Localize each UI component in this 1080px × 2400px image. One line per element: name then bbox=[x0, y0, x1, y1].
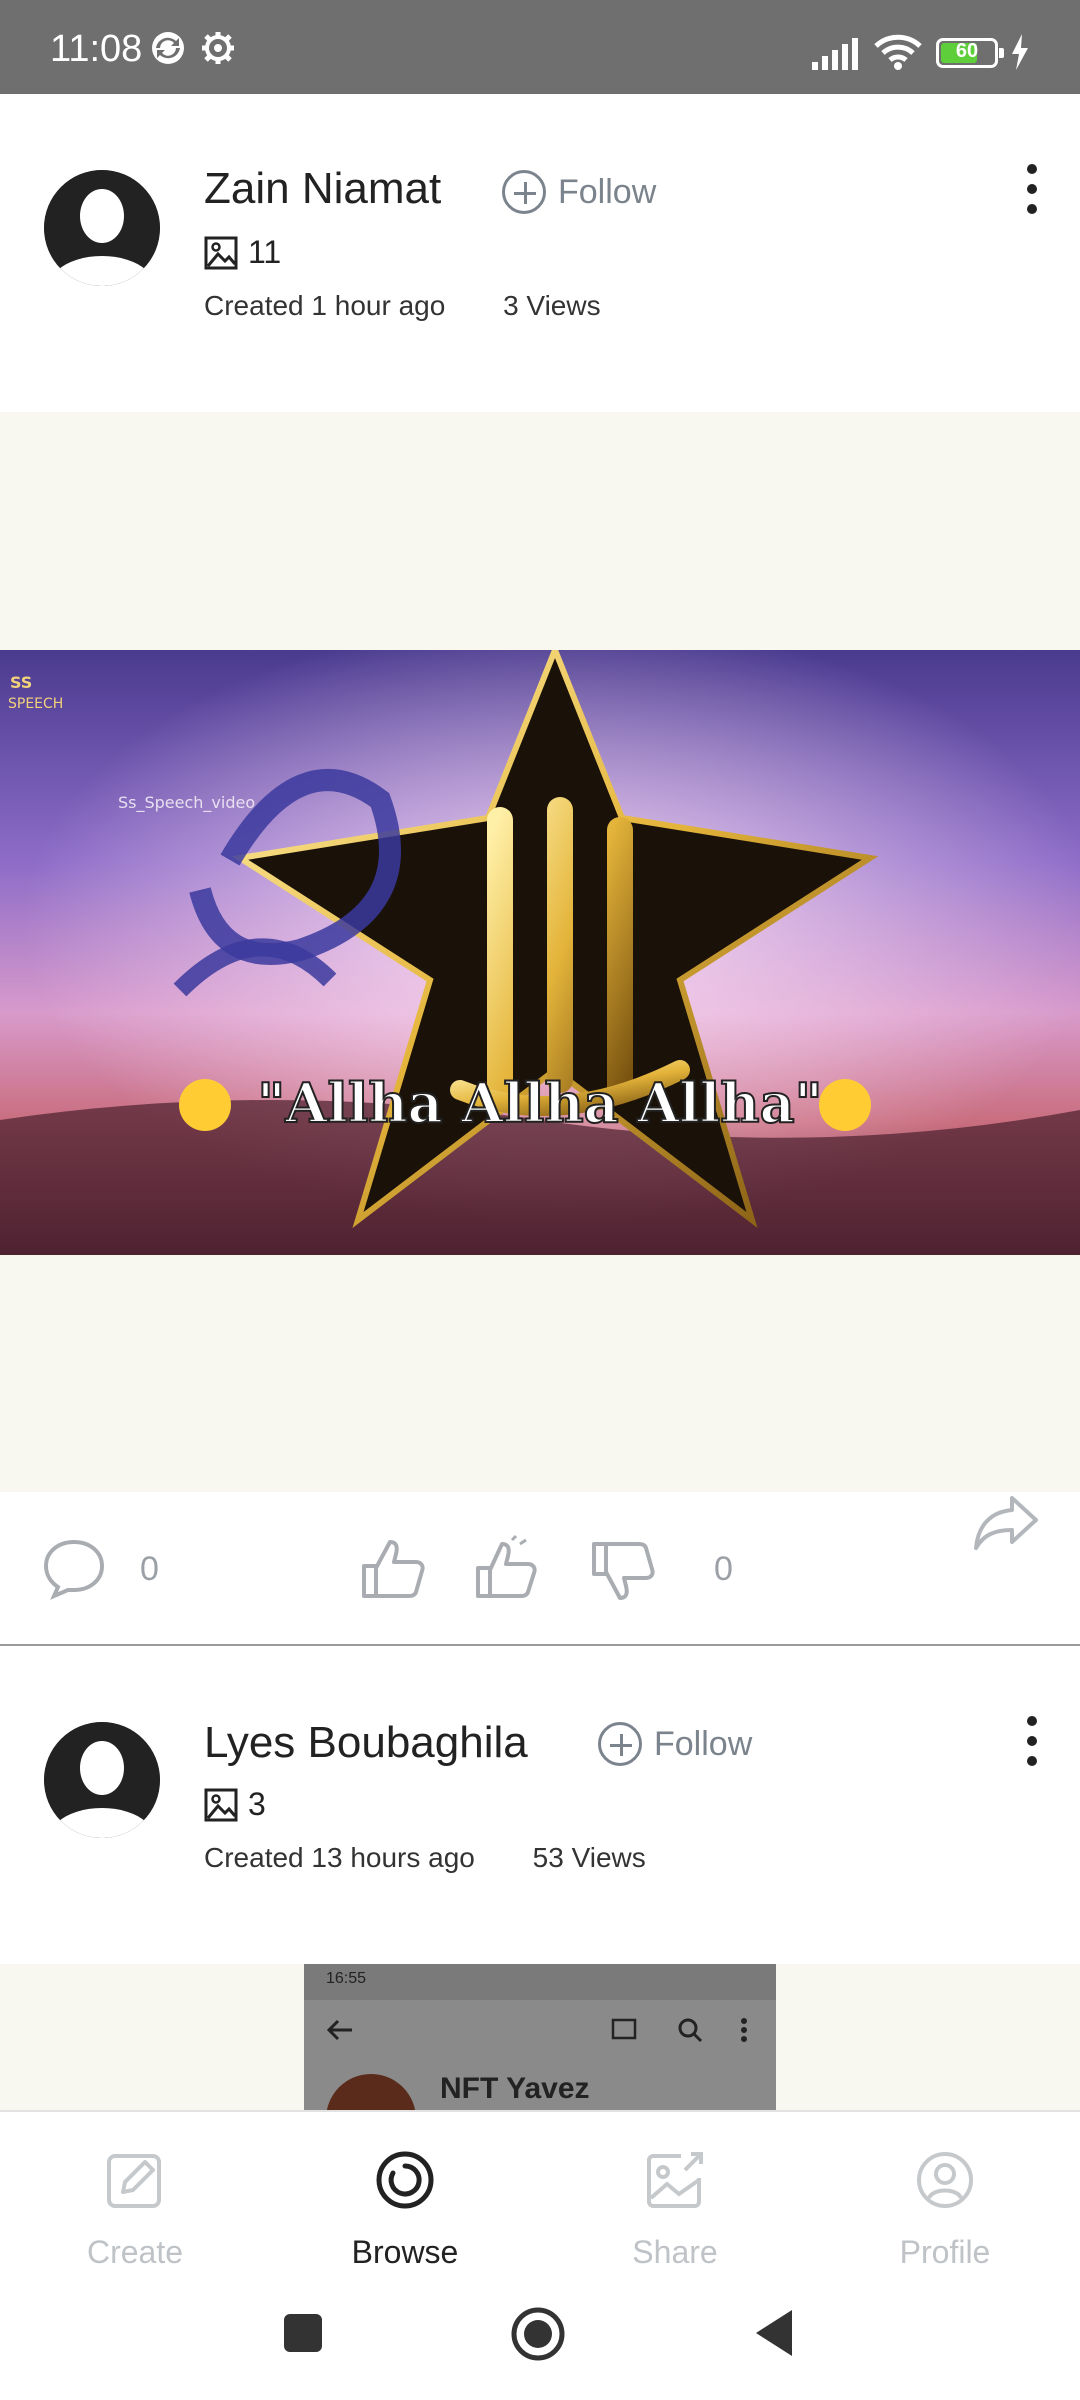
back-triangle-icon[interactable] bbox=[752, 2308, 796, 2358]
nav-share[interactable]: Share bbox=[540, 2112, 810, 2282]
charging-icon bbox=[1010, 34, 1030, 75]
follow-button[interactable]: Follow bbox=[598, 1722, 752, 1766]
sync-icon bbox=[150, 30, 186, 71]
speech-logo-text: SS bbox=[10, 673, 32, 692]
post-header: Lyes Boubaghila Follow 3 Created 13 hour… bbox=[0, 1646, 1080, 1873]
follow-label: Follow bbox=[654, 1724, 753, 1763]
bottom-navigation: Create Browse Share Profile bbox=[0, 2110, 1080, 2280]
back-arrow-icon bbox=[326, 2019, 352, 2041]
speech-logo-sub: SPEECH bbox=[8, 696, 63, 712]
more-options-button[interactable] bbox=[1022, 164, 1042, 220]
image-count: 11 bbox=[204, 234, 281, 271]
post-media[interactable]: 16:55 NFT Yavez bbox=[0, 1964, 1080, 2110]
share-arrow-icon[interactable] bbox=[972, 1492, 1040, 1557]
nav-label: Share bbox=[632, 2234, 718, 2270]
battery-icon: 60 bbox=[936, 38, 1004, 68]
nav-label: Browse bbox=[351, 2234, 459, 2270]
view-count: 3 Views bbox=[503, 290, 601, 321]
image-icon bbox=[204, 1788, 238, 1821]
plus-circle-icon bbox=[502, 170, 546, 214]
post-media[interactable]: SS SPEECH Ss_Speech_video "Allha Allha A… bbox=[0, 412, 1080, 1492]
post-header: Zain Niamat Follow 11 Created 1 hour ago… bbox=[0, 94, 1080, 321]
watermark-text: Ss_Speech_video bbox=[118, 793, 255, 813]
thumbs-down-icon[interactable] bbox=[588, 1536, 658, 1611]
more-options-button[interactable] bbox=[1022, 1716, 1042, 1772]
screenshot-thumbnail[interactable]: 16:55 NFT Yavez bbox=[304, 1964, 776, 2110]
pencil-icon bbox=[107, 2154, 161, 2208]
post-meta: Created 1 hour ago 3 Views bbox=[204, 290, 601, 322]
post-actions: 0 0 bbox=[0, 1492, 1080, 1646]
avatar[interactable] bbox=[44, 170, 160, 286]
nav-label: Profile bbox=[899, 2234, 991, 2270]
preview-time: 16:55 bbox=[326, 1970, 367, 1987]
nav-create[interactable]: Create bbox=[0, 2112, 270, 2282]
signal-icon bbox=[812, 36, 862, 75]
video-caption: "Allha Allha Allha" bbox=[257, 1071, 822, 1135]
comment-count: 0 bbox=[140, 1550, 159, 1588]
home-circle-icon[interactable] bbox=[510, 2306, 566, 2362]
search-icon bbox=[678, 2018, 703, 2043]
comment-icon[interactable] bbox=[42, 1536, 106, 1605]
gear-icon bbox=[200, 30, 236, 71]
view-count: 53 Views bbox=[532, 1842, 646, 1873]
more-vert-icon bbox=[741, 2018, 747, 2042]
cast-icon bbox=[611, 2018, 637, 2040]
nav-profile[interactable]: Profile bbox=[810, 2112, 1080, 2282]
image-count: 3 bbox=[204, 1786, 266, 1823]
created-time: Created 1 hour ago bbox=[204, 290, 446, 321]
post-meta: Created 13 hours ago 53 Views bbox=[204, 1842, 646, 1874]
post-username[interactable]: Lyes Boubaghila bbox=[204, 1718, 528, 1768]
thumbs-up-double-icon[interactable] bbox=[472, 1534, 542, 1609]
profile-icon bbox=[917, 2152, 973, 2208]
nav-label: Create bbox=[86, 2234, 184, 2270]
preview-avatar bbox=[326, 2074, 416, 2110]
post-username[interactable]: Zain Niamat bbox=[204, 164, 441, 214]
browse-icon bbox=[376, 2151, 434, 2209]
system-navigation-bar bbox=[0, 2280, 1080, 2400]
battery-level: 60 bbox=[955, 40, 979, 62]
image-icon bbox=[204, 236, 238, 269]
recents-square-icon[interactable] bbox=[282, 2312, 324, 2354]
image-count-value: 11 bbox=[248, 234, 282, 270]
status-bar: 11:08 60 bbox=[0, 0, 1080, 94]
nav-browse[interactable]: Browse bbox=[270, 2112, 540, 2282]
avatar[interactable] bbox=[44, 1722, 160, 1838]
image-count-value: 3 bbox=[248, 1786, 266, 1822]
wifi-icon bbox=[874, 34, 922, 75]
status-time: 11:08 bbox=[50, 28, 143, 70]
vote-count: 0 bbox=[714, 1550, 733, 1588]
follow-button[interactable]: Follow bbox=[502, 170, 656, 214]
share-image-icon bbox=[647, 2152, 703, 2208]
app-screen: 11:08 60 Zain Niamat Follow 11 Created 1… bbox=[0, 0, 1080, 2400]
video-thumbnail[interactable]: SS SPEECH Ss_Speech_video "Allha Allha A… bbox=[0, 650, 1080, 1255]
plus-circle-icon bbox=[598, 1722, 642, 1766]
thumbs-up-icon[interactable] bbox=[358, 1534, 428, 1609]
created-time: Created 13 hours ago bbox=[204, 1842, 475, 1873]
preview-title: NFT Yavez bbox=[440, 2072, 590, 2105]
follow-label: Follow bbox=[558, 172, 657, 211]
